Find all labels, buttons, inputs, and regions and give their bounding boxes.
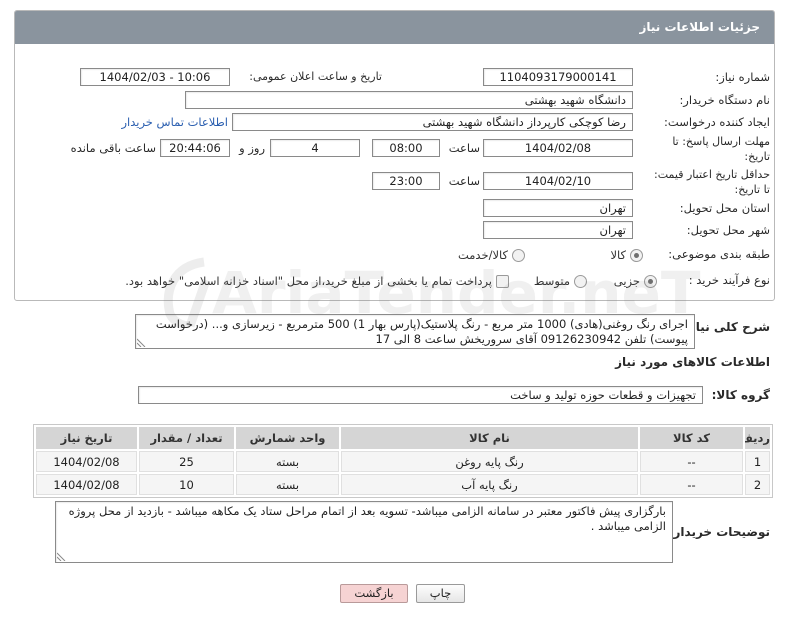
back-button[interactable]: بازگشت [340,584,408,603]
purchase-type-option-label: متوسط [533,274,570,288]
category-option-goods[interactable]: کالا [610,247,643,263]
cell-quantity: 10 [139,474,234,495]
panel-title: جزئیات اطلاعات نیاز [639,20,760,34]
table-header-row: ردیف کد کالا نام کالا واحد شمارش تعداد /… [36,427,770,449]
radio-button[interactable] [644,274,657,288]
category-option-label: کالا/خدمت [457,248,508,262]
radio-button[interactable] [574,274,587,288]
province-label: استان محل تحویل: [679,201,770,215]
remaining-time-field: 20:44:06 [160,139,230,157]
column-header-row-number: ردیف [745,427,770,449]
page: جزئیات اطلاعات نیاز شماره نیاز: 11040931… [0,0,788,620]
radio-button[interactable] [630,248,643,262]
column-header-item-code: کد کالا [640,427,743,449]
cell-item-code: -- [640,474,743,495]
response-deadline-label: مهلت ارسال پاسخ: تا تاریخ: [672,134,770,164]
goods-section-heading: اطلاعات کالاهای مورد نیاز [615,355,770,369]
response-deadline-time-field: 08:00 [372,139,440,157]
goods-group-field: تجهیزات و قطعات حوزه تولید و ساخت [138,386,703,404]
category-label: طبقه بندی موضوعی: [668,247,770,261]
price-validity-date-field: 1404/02/10 [483,172,633,190]
price-validity-label-line: تا تاریخ: [734,183,770,196]
purchase-type-option-minor[interactable]: جزیی [614,273,657,289]
requester-field: رضا کوچکی کارپرداز دانشگاه شهید بهشتی [232,113,633,131]
description-textarea[interactable]: اجرای رنگ روغنی(هادی) 1000 متر مربع - رن… [135,314,695,349]
cell-quantity: 25 [139,451,234,472]
column-header-need-date: تاریخ نیاز [36,427,137,449]
cell-item-code: -- [640,451,743,472]
buyer-notes-textarea[interactable]: بارگزاری پیش فاکتور معتبر در سامانه الزا… [55,501,673,563]
buyer-org-label: نام دستگاه خریدار: [679,93,770,107]
purchase-type-label: نوع فرآیند خرید : [688,273,770,287]
column-header-item-name: نام کالا [341,427,638,449]
cell-row-number: 2 [745,474,770,495]
cell-row-number: 1 [745,451,770,472]
purchase-type-option-label: جزیی [613,274,640,288]
cell-unit: بسته [236,451,339,472]
category-option-label: کالا [610,248,626,262]
table-row: 1 -- رنگ پایه روغن بسته 25 1404/02/08 [36,451,770,472]
panel-header: جزئیات اطلاعات نیاز [15,11,774,44]
need-number-label: شماره نیاز: [715,70,770,84]
requester-label: ایجاد کننده درخواست: [664,115,770,129]
treasury-payment-label: پرداخت تمام یا بخشی از مبلغ خرید،از محل … [125,274,492,288]
response-deadline-label-line: مهلت ارسال پاسخ: تا [672,135,770,148]
column-header-unit: واحد شمارش [236,427,339,449]
column-header-quantity: تعداد / مقدار [139,427,234,449]
resize-grip-icon[interactable] [137,338,146,347]
price-validity-label-line: حداقل تاریخ اعتبار قیمت: [654,168,770,181]
cell-unit: بسته [236,474,339,495]
price-validity-time-label: ساعت [448,174,480,188]
city-field: تهران [483,221,633,239]
treasury-payment-option[interactable]: پرداخت تمام یا بخشی از مبلغ خرید،از محل … [125,273,509,289]
checkbox[interactable] [496,274,509,288]
price-validity-label: حداقل تاریخ اعتبار قیمت: تا تاریخ: [654,167,770,197]
remaining-days-field: 4 [270,139,360,157]
description-text: اجرای رنگ روغنی(هادی) 1000 متر مربع - رن… [155,317,688,346]
price-validity-time-field: 23:00 [372,172,440,190]
radio-button[interactable] [512,248,525,262]
announce-datetime-field: 1404/02/03 - 10:06 [80,68,230,86]
category-option-goods-service[interactable]: کالا/خدمت [458,247,525,263]
print-button[interactable]: چاپ [416,584,465,603]
cell-item-name: رنگ پایه آب [341,474,638,495]
goods-group-label: گروه کالا: [711,388,770,402]
buyer-notes-text: بارگزاری پیش فاکتور معتبر در سامانه الزا… [68,504,666,533]
city-label: شهر محل تحویل: [686,223,770,237]
response-deadline-time-label: ساعت [448,141,480,155]
remaining-days-label: روز و [239,141,265,155]
goods-table: ردیف کد کالا نام کالا واحد شمارش تعداد /… [33,424,773,498]
response-deadline-label-line: تاریخ: [744,150,770,163]
province-field: تهران [483,199,633,217]
cell-need-date: 1404/02/08 [36,474,137,495]
buyer-notes-label: توضیحات خریدار: [668,525,770,539]
table-row: 2 -- رنگ پایه آب بسته 10 1404/02/08 [36,474,770,495]
purchase-type-option-medium[interactable]: متوسط [534,273,587,289]
remaining-time-label: ساعت باقی مانده [70,141,156,155]
cell-item-name: رنگ پایه روغن [341,451,638,472]
resize-grip-icon[interactable] [57,552,66,561]
response-deadline-date-field: 1404/02/08 [483,139,633,157]
announce-datetime-label: تاریخ و ساعت اعلان عمومی: [249,70,382,83]
need-number-field: 1104093179000141 [483,68,633,86]
buyer-org-field: دانشگاه شهید بهشتی [185,91,633,109]
description-label: شرح کلی نیاز: [684,320,770,334]
cell-need-date: 1404/02/08 [36,451,137,472]
buyer-contact-link[interactable]: اطلاعات تماس خریدار [121,114,228,130]
